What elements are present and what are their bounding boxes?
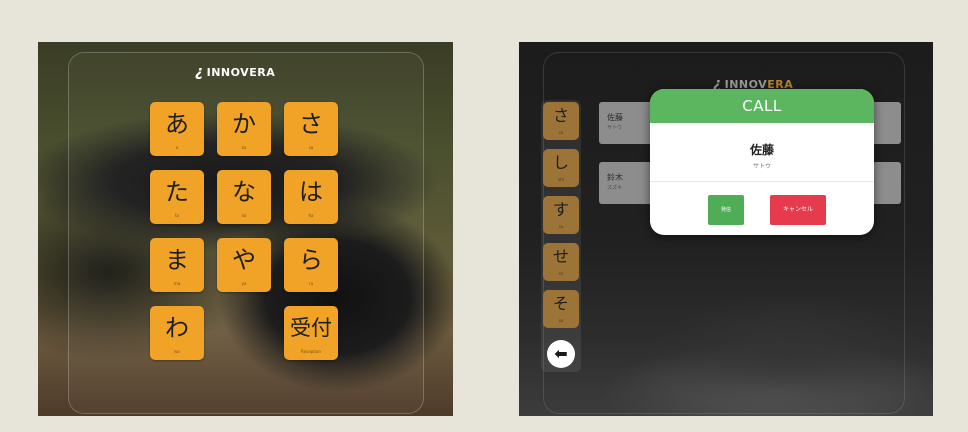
kana-button-wa[interactable]: わ wa xyxy=(150,306,204,360)
callee-reading: サトウ xyxy=(752,163,771,170)
romaji-label: sa xyxy=(308,145,314,150)
contact-name: 鈴木 xyxy=(607,173,623,182)
arrow-left-icon: ⬅ xyxy=(554,344,568,363)
romaji-label: a xyxy=(175,145,179,150)
kana-row-sidebar: さ sa し shi す su せ se そ so ⬅ xyxy=(541,100,581,372)
divider xyxy=(650,181,874,182)
kana-label: 受付 xyxy=(290,316,332,340)
romaji-label: ya xyxy=(241,281,247,286)
kana-label: わ xyxy=(165,314,189,342)
kana-button-ya[interactable]: や ya xyxy=(217,238,271,292)
kana-label: せ xyxy=(552,247,569,266)
callee-name: 佐藤 xyxy=(749,143,774,157)
logo-mark-icon: ¿ xyxy=(195,64,204,80)
romaji-label: ma xyxy=(173,281,181,286)
romaji-label: Reception xyxy=(301,349,321,354)
call-button[interactable]: 発信 xyxy=(708,195,744,225)
side-button-se[interactable]: せ se xyxy=(543,243,579,281)
cancel-button[interactable]: キャンセル xyxy=(770,195,826,225)
kana-label: ま xyxy=(165,246,189,274)
romaji-label: na xyxy=(241,213,247,218)
romaji-label: sa xyxy=(558,130,564,135)
contact-reading: サトウ xyxy=(607,125,623,131)
kana-button-ta[interactable]: た ta xyxy=(150,170,204,224)
kana-button-ka[interactable]: か ka xyxy=(217,102,271,156)
romaji-label: su xyxy=(558,224,564,229)
kana-label: す xyxy=(552,200,569,219)
kana-button-a[interactable]: あ a xyxy=(150,102,204,156)
contact-reading: スズキ xyxy=(607,185,623,191)
kana-button-sa[interactable]: さ sa xyxy=(284,102,338,156)
side-button-shi[interactable]: し shi xyxy=(543,149,579,187)
kana-button-na[interactable]: な na xyxy=(217,170,271,224)
logo-text: INNOV xyxy=(206,65,250,79)
romaji-label: wa xyxy=(174,349,180,354)
side-button-su[interactable]: す su xyxy=(543,196,579,234)
reception-button[interactable]: 受付 Reception xyxy=(284,306,338,360)
romaji-label: ka xyxy=(241,145,247,150)
kana-label: な xyxy=(232,178,256,206)
romaji-label: shi xyxy=(558,177,564,182)
kana-label: さ xyxy=(299,110,323,138)
kana-label: そ xyxy=(552,294,569,313)
kana-label: あ xyxy=(165,110,189,138)
back-button[interactable]: ⬅ xyxy=(547,340,575,368)
romaji-label: ta xyxy=(174,213,180,218)
kana-button-ha[interactable]: は ha xyxy=(284,170,338,224)
right-screen: ¿ INNOV ERA さ sa し shi す su せ se そ so ⬅ 佐… xyxy=(519,42,933,416)
call-modal: CALL 佐藤 サトウ 発信 キャンセル xyxy=(650,89,874,235)
contact-name: 佐藤 xyxy=(607,113,623,122)
kana-button-ma[interactable]: ま ma xyxy=(150,238,204,292)
kana-label: は xyxy=(299,178,323,206)
romaji-label: so xyxy=(558,318,564,323)
kana-label: か xyxy=(232,110,256,138)
romaji-label: ha xyxy=(308,213,314,218)
modal-title: CALL xyxy=(650,89,874,123)
kana-label: さ xyxy=(552,106,569,125)
romaji-label: se xyxy=(558,271,564,276)
side-button-so[interactable]: そ so xyxy=(543,290,579,328)
logo-text-accent: ERA xyxy=(249,65,276,79)
kana-label: ら xyxy=(299,246,323,274)
kana-label: し xyxy=(552,153,569,172)
romaji-label: ra xyxy=(308,281,314,286)
kana-button-ra[interactable]: ら ra xyxy=(284,238,338,292)
kana-label: た xyxy=(165,178,189,206)
kana-grid: あ a か ka さ sa た ta な na は ha ま ma や ya ら… xyxy=(150,102,340,364)
kana-label: や xyxy=(232,246,256,274)
left-screen: ¿ INNOV ERA あ a か ka さ sa た ta な na は ha … xyxy=(38,42,453,416)
side-button-sa[interactable]: さ sa xyxy=(543,102,579,140)
innovera-logo: ¿ INNOV ERA xyxy=(195,64,275,80)
